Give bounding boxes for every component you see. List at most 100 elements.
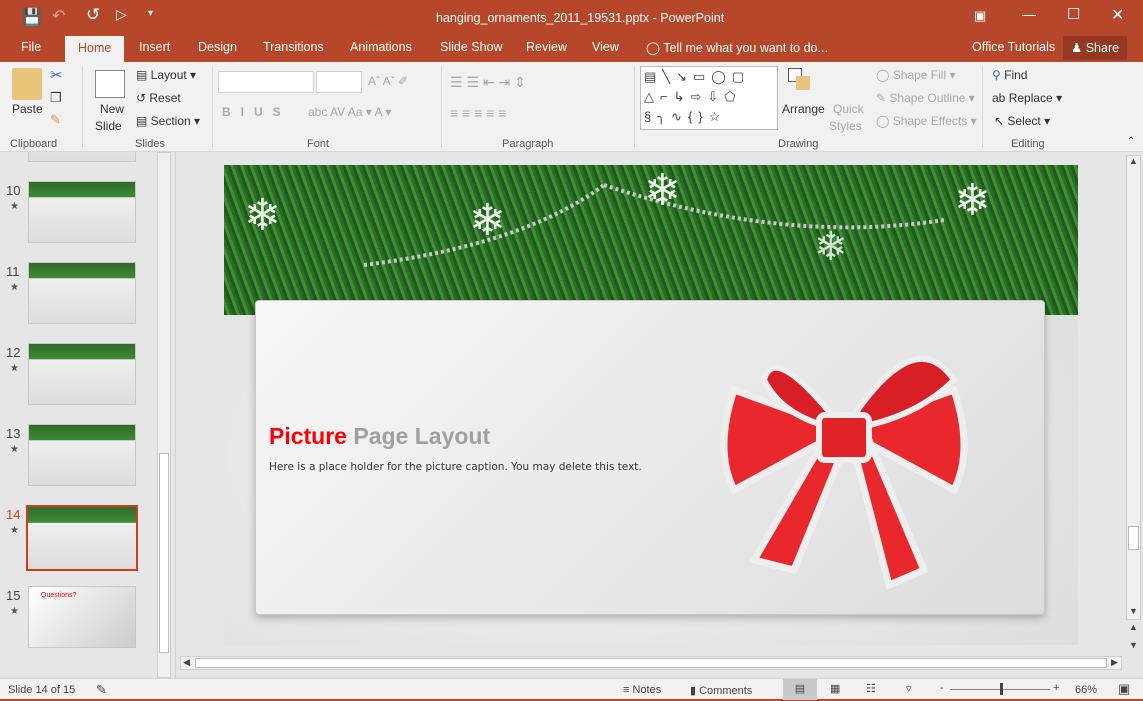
select-button[interactable]: ↖ Select ▾ — [994, 114, 1050, 128]
previous-slide-icon[interactable]: ▲ — [1129, 622, 1138, 632]
group-label-editing: Editing — [1011, 138, 1045, 150]
font-name-input[interactable] — [218, 71, 314, 93]
vertical-scrollbar[interactable]: ▲ ▼ — [1126, 155, 1141, 620]
tab-animations[interactable]: Animations — [350, 40, 412, 54]
tab-design[interactable]: Design — [198, 40, 237, 54]
find-button[interactable]: ⚲ Find — [992, 68, 1027, 82]
tab-home[interactable]: Home — [65, 36, 125, 62]
copy-icon[interactable]: ❐ — [50, 90, 62, 106]
svg-text:❄: ❄ — [644, 166, 681, 215]
font-format-buttons[interactable]: BIUS — [222, 105, 291, 119]
slideshow-view-icon[interactable]: ▿ — [906, 682, 912, 695]
slide-thumbnail[interactable] — [28, 152, 136, 162]
arrange-button[interactable]: Arrange — [782, 102, 825, 116]
slide-canvas[interactable]: ❄ ❄ ❄ ❄ ❄ Picture Page Layout Here is a … — [224, 165, 1078, 645]
slide-number: 10 — [6, 183, 21, 198]
person-add-icon: ♟ — [1071, 41, 1083, 55]
tab-review[interactable]: Review — [526, 40, 567, 54]
shape-effects-button[interactable]: ◯ Shape Effects ▾ — [876, 114, 977, 128]
vertical-scroll-thumb[interactable] — [1128, 526, 1139, 550]
normal-view-icon[interactable]: ▤ — [783, 679, 817, 700]
spell-check-icon[interactable]: ✎ — [96, 682, 107, 698]
save-icon[interactable]: 💾 — [22, 7, 42, 27]
lightbulb-icon: ◯ — [646, 41, 660, 55]
section-button[interactable]: ▤ Section ▾ — [136, 114, 200, 128]
ribbon-tabs: File Home Insert Design Transitions Anim… — [0, 34, 1143, 62]
shapes-gallery[interactable]: ▤╲↘▭◯▢ △⌐↳⇨⇩⬠ §╮∿{}☆ — [640, 66, 778, 130]
zoom-slider-thumb[interactable] — [1000, 683, 1004, 695]
zoom-in-button[interactable]: + — [1053, 682, 1059, 694]
minimize-icon[interactable]: — — [1022, 6, 1036, 22]
slide-thumbnail[interactable] — [26, 505, 138, 571]
list-buttons[interactable]: ☰ ☰ ⇤ ⇥ ⇕ — [450, 74, 526, 91]
maximize-icon[interactable]: ☐ — [1067, 5, 1080, 23]
animation-star-icon: ★ — [10, 525, 19, 536]
slide-number: 15 — [6, 588, 21, 603]
tab-slide-show[interactable]: Slide Show — [440, 40, 503, 54]
align-buttons[interactable]: ≡ ≡ ≡ ≡ ≡ — [450, 105, 506, 121]
title-bar: 💾 ↶ ↺ ▷ ▾ hanging_ornaments_2011_19531.p… — [0, 0, 1143, 34]
slide-number: 12 — [6, 345, 21, 360]
scroll-right-icon[interactable]: ▶ — [1111, 657, 1118, 668]
collapse-ribbon-icon[interactable]: ⌃ — [1127, 136, 1135, 147]
slideshow-start-icon[interactable]: ▷ — [116, 6, 127, 23]
shape-fill-button[interactable]: ◯ Shape Fill ▾ — [876, 68, 956, 82]
group-label-clipboard: Clipboard — [10, 138, 58, 150]
format-painter-icon[interactable]: ✎ — [50, 112, 61, 128]
slide-sorter-icon[interactable]: ▦ — [830, 682, 840, 695]
horizontal-scrollbar[interactable]: ◀ ▶ — [180, 656, 1122, 670]
slide-thumbnail[interactable]: Questions? — [28, 586, 136, 648]
zoom-out-button[interactable]: - — [940, 682, 944, 694]
shape-outline-button[interactable]: ✎ Shape Outline ▾ — [876, 91, 975, 105]
animation-star-icon: ★ — [10, 201, 19, 212]
scroll-down-icon[interactable]: ▼ — [1129, 606, 1138, 616]
tab-transitions[interactable]: Transitions — [263, 40, 324, 54]
reset-button[interactable]: ↺ Reset — [136, 91, 181, 105]
new-slide-button[interactable]: New — [100, 102, 124, 116]
reading-view-icon[interactable]: ☷ — [866, 682, 876, 695]
replace-button[interactable]: ab Replace ▾ — [992, 91, 1062, 105]
scroll-up-icon[interactable]: ▲ — [1129, 156, 1138, 166]
layout-button[interactable]: ▤ Layout ▾ — [136, 68, 196, 82]
svg-text:❄: ❄ — [244, 191, 281, 240]
redo-icon[interactable]: ↺ — [86, 5, 100, 25]
fit-to-window-icon[interactable]: ▣ — [1118, 681, 1130, 697]
tab-view[interactable]: View — [592, 40, 619, 54]
thumbnail-scroll-thumb[interactable] — [159, 453, 169, 653]
search-icon: ⚲ — [992, 68, 1001, 82]
font-size-input[interactable] — [316, 71, 362, 93]
close-icon[interactable]: ✕ — [1111, 5, 1124, 25]
comments-button[interactable]: ▮ Comments — [690, 684, 752, 697]
thumbnail-scrollbar[interactable] — [157, 152, 171, 678]
red-bow-image — [720, 355, 968, 590]
animation-star-icon: ★ — [10, 363, 19, 374]
slide-title[interactable]: Picture Page Layout — [269, 423, 490, 450]
arrange-icon — [788, 68, 816, 96]
svg-text:❄: ❄ — [814, 225, 848, 269]
account-name[interactable]: Office Tutorials — [972, 40, 1055, 54]
tab-insert[interactable]: Insert — [139, 40, 170, 54]
ribbon-display-icon[interactable]: ▣ — [974, 8, 986, 24]
slide-thumbnail[interactable] — [28, 424, 136, 486]
slide-thumbnail[interactable] — [28, 343, 136, 405]
quick-styles-button[interactable]: Quick — [833, 102, 864, 116]
scroll-left-icon[interactable]: ◀ — [183, 657, 190, 668]
notes-button[interactable]: ≡ Notes — [623, 684, 661, 696]
slide-thumbnail[interactable] — [28, 262, 136, 324]
share-button[interactable]: ♟ Share — [1063, 36, 1128, 60]
customize-toolbar-icon[interactable]: ▾ — [148, 8, 153, 19]
slide-thumbnail[interactable] — [28, 181, 136, 243]
undo-icon[interactable]: ↶ — [52, 6, 65, 26]
group-label-drawing: Drawing — [778, 138, 819, 150]
zoom-level[interactable]: 66% — [1075, 684, 1097, 696]
font-size-buttons[interactable]: Aˆ Aˇ ✐ — [368, 74, 408, 88]
cut-icon[interactable]: ✂ — [50, 66, 63, 84]
next-slide-icon[interactable]: ▼ — [1129, 640, 1138, 650]
tell-me-search[interactable]: ◯ Tell me what you want to do... — [646, 40, 828, 55]
slide-number: 11 — [6, 264, 20, 279]
tab-file[interactable]: File — [21, 40, 41, 54]
slide-caption[interactable]: Here is a place holder for the picture c… — [269, 461, 642, 473]
horizontal-scroll-thumb[interactable] — [195, 658, 1107, 668]
font-more-buttons[interactable]: abc AV Aa ▾ A ▾ — [308, 105, 391, 119]
paste-button[interactable]: Paste — [12, 102, 43, 116]
